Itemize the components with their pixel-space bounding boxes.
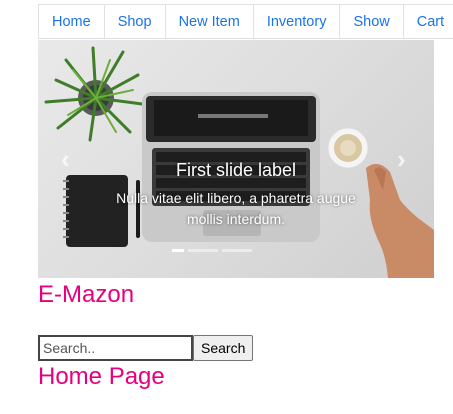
nav-item-shop[interactable]: Shop: [103, 5, 166, 39]
carousel-indicator-2[interactable]: [188, 245, 218, 256]
search-bar: Search: [38, 335, 254, 361]
nav-item-home[interactable]: Home: [38, 5, 105, 39]
carousel-indicators: [172, 245, 252, 256]
nav-item-cart[interactable]: Cart: [402, 5, 453, 39]
carousel-caption-title: First slide label: [175, 160, 297, 180]
page-title: Home Page: [38, 363, 165, 390]
brand-title: E-Mazon: [38, 281, 135, 308]
nav-item-inventory[interactable]: Inventory: [252, 5, 341, 39]
image-carousel[interactable]: ‹ › First slide label Nulla vitae elit l…: [38, 40, 434, 278]
nav-item-show[interactable]: Show: [339, 5, 404, 39]
plant-image: [44, 46, 144, 142]
search-input[interactable]: [38, 335, 193, 361]
top-nav: Home Shop New Item Inventory Show Cart: [38, 4, 453, 40]
search-button[interactable]: Search: [193, 335, 254, 361]
carousel-indicator-1[interactable]: [172, 245, 184, 256]
carousel-slide-image: [44, 46, 434, 278]
page: Home Shop New Item Inventory Show Cart ‹…: [0, 0, 453, 414]
carousel-caption-text: Nulla vitae elit libero, a pharetra augu…: [116, 190, 356, 227]
nav-item-new-item[interactable]: New Item: [164, 5, 254, 39]
carousel-indicator-3[interactable]: [222, 245, 252, 256]
